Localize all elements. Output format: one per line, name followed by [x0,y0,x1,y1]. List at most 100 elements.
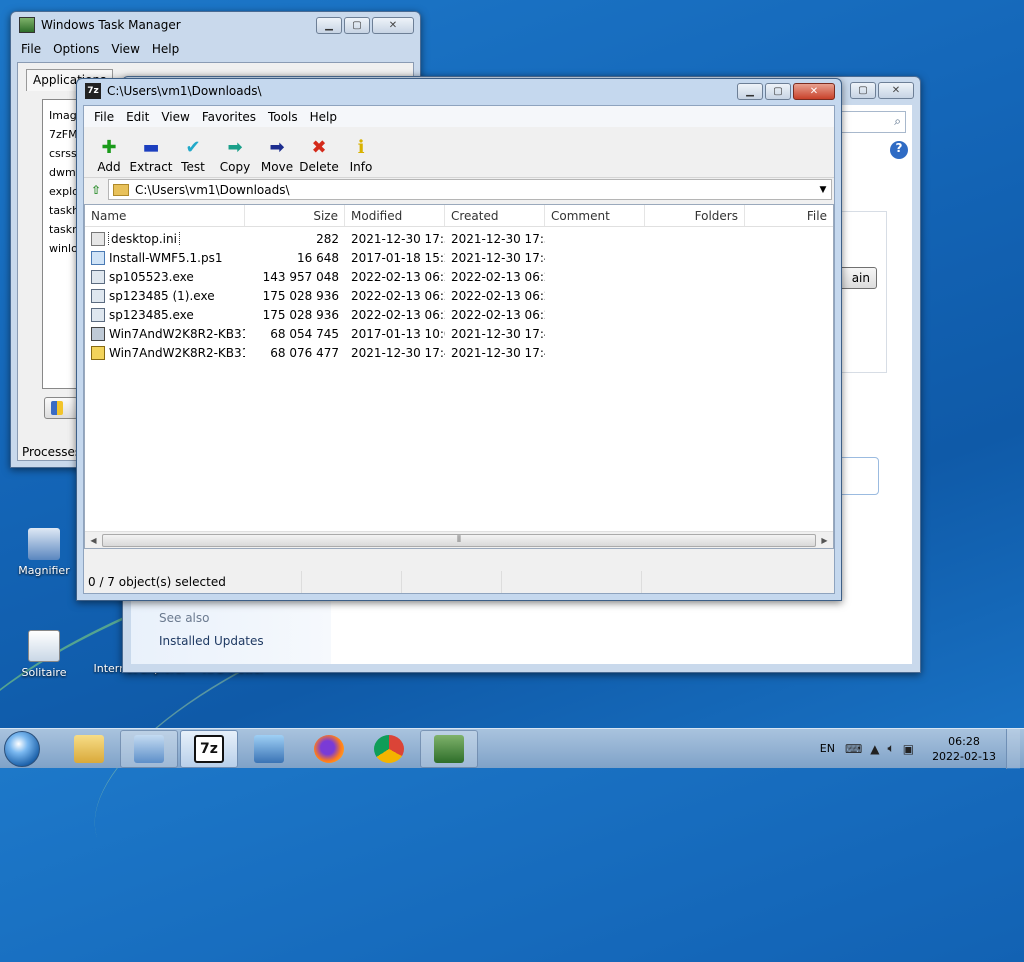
list-header: Name Size Modified Created Comment Folde… [85,205,833,227]
column-label: File [806,208,827,223]
scroll-right-icon[interactable]: ▶ [816,536,833,545]
taskbar-explorer[interactable] [60,730,118,768]
close-button[interactable]: ✕ [372,16,414,34]
help-icon[interactable]: ? [890,141,908,159]
file-row[interactable]: Win7AndW2K8R2-KB31... 68 054 745 2017-01-1… [85,324,833,343]
taskbar-control-panel[interactable] [120,729,178,768]
file-size: 175 028 936 [262,307,339,322]
delete-button[interactable]: ✖ Delete [298,127,340,177]
exe-file-icon [91,288,105,303]
column-name[interactable]: Name [85,205,245,226]
up-folder-button[interactable]: ⇧ [84,179,108,201]
horizontal-scrollbar[interactable]: ◀ ⦀ ▶ [85,531,833,548]
file-name-cell: Install-WMF5.1.ps1 [85,250,245,265]
menu-edit[interactable]: Edit [120,110,155,124]
file-modified: 2022-02-13 06:23 [351,269,445,284]
start-button[interactable] [0,729,44,769]
copy-button[interactable]: ➡ Copy [214,127,256,177]
column-label: Modified [351,208,403,223]
network-icon[interactable]: ▣ [903,742,914,756]
7zip-icon: 7z [85,83,101,99]
keyboard-icon[interactable]: ⌨ [845,742,862,756]
add-button[interactable]: ✚ Add [88,127,130,177]
chevron-down-icon[interactable]: ▼ [815,185,831,195]
menu-tools[interactable]: Tools [262,110,304,124]
close-button[interactable]: ✕ [793,82,835,100]
taskbar-chrome[interactable] [360,730,418,768]
maximize-button[interactable]: ▢ [344,16,370,34]
file-row[interactable]: Win7AndW2K8R2-KB31... 68 076 477 2021-12-3… [85,343,833,362]
msu-file-icon [91,326,105,341]
column-size[interactable]: Size [245,205,345,226]
volume-icon[interactable]: 🔈︎ [888,741,895,756]
column-comment[interactable]: Comment [545,205,645,226]
info-button[interactable]: ℹ Info [340,127,382,177]
button-label: Delete [299,160,339,174]
column-label: Folders [694,208,738,223]
taskbar-firefox[interactable] [300,730,358,768]
file-row[interactable]: sp123485 (1).exe 175 028 936 2022-02-13 06… [85,286,833,305]
file-size: 16 648 [297,250,339,265]
installed-updates-link[interactable]: Installed Updates [159,634,264,648]
file-created: 2022-02-13 06:23 [451,269,545,284]
file-created: 2021-12-30 17:40 [451,345,545,360]
menu-view[interactable]: View [105,42,145,56]
close-button[interactable]: ✕ [878,82,914,99]
show-desktop-button[interactable] [1006,728,1020,769]
file-name: sp123485.exe [109,307,194,322]
file-row[interactable]: Install-WMF5.1.ps1 16 648 2017-01-18 15:25… [85,248,833,267]
system-tray: EN ⌨ ▲ 🔈︎ ▣ 06:28 2022-02-13 [820,728,1024,769]
column-label: Created [451,208,499,223]
info-icon: ℹ [357,136,365,158]
taskbar-task-manager[interactable] [420,729,478,768]
minimize-button[interactable]: ▁ [737,82,763,100]
file-row[interactable]: desktop.ini 282 2021-12-30 17:34 2021-12-30… [85,229,833,248]
file-row[interactable]: sp105523.exe 143 957 048 2022-02-13 06:23 2… [85,267,833,286]
language-indicator[interactable]: EN [820,742,835,755]
address-field[interactable]: C:\Users\vm1\Downloads\ ▼ [108,179,832,200]
file-rows: desktop.ini 282 2021-12-30 17:34 2021-12-30… [85,227,833,362]
extract-button[interactable]: ▬ Extract [130,127,173,177]
column-files[interactable]: File [745,205,833,226]
minimize-button[interactable]: ▁ [316,16,342,34]
file-name: desktop.ini [108,231,180,246]
menu-help[interactable]: Help [146,42,185,56]
task-manager-icon [19,17,35,33]
file-created: 2021-12-30 17:40 [451,326,545,341]
taskbar-remote-desktop[interactable] [240,730,298,768]
taskbar-7zip[interactable]: 7z [180,729,238,768]
title-bar[interactable]: 7z C:\Users\vm1\Downloads\ ▁ ▢ ✕ [77,79,841,103]
file-name: Win7AndW2K8R2-KB31... [109,345,245,360]
desktop-icon-solitaire[interactable]: Solitaire [12,630,76,679]
move-button[interactable]: ➡ Move [256,127,298,177]
title-bar[interactable]: Windows Task Manager ▁ ▢ ✕ [11,12,420,38]
show-processes-button[interactable] [44,397,78,419]
file-row[interactable]: sp123485.exe 175 028 936 2022-02-13 06: 20 2… [85,305,833,324]
menu-help[interactable]: Help [304,110,343,124]
scroll-thumb[interactable]: ⦀ [102,533,816,547]
file-name-cell: Win7AndW2K8R2-KB31... [85,326,245,341]
menu-favorites[interactable]: Favorites [196,110,262,124]
menu-view[interactable]: View [155,110,195,124]
column-modified[interactable]: Modified [345,205,445,226]
delete-x-icon: ✖ [311,136,327,158]
maximize-button[interactable]: ▢ [765,82,791,100]
desktop-icon-magnifier[interactable]: Magnifier [12,528,76,577]
menu-file[interactable]: File [88,110,120,124]
test-button[interactable]: ✔ Test [172,127,214,177]
file-size: 175 028 936 [262,288,339,303]
clock[interactable]: 06:28 2022-02-13 [922,734,1006,764]
taskbar: 7z EN ⌨ ▲ 🔈︎ ▣ 06:28 2022-02-13 [0,728,1024,769]
file-list[interactable]: Name Size Modified Created Comment Folde… [84,204,834,549]
button-label: Info [349,160,373,174]
menu-file[interactable]: File [15,42,47,56]
7zip-file-manager-window[interactable]: 7z C:\Users\vm1\Downloads\ ▁ ▢ ✕ File Ed… [76,78,842,601]
window-title: Windows Task Manager [41,18,181,32]
maximize-button[interactable]: ▢ [850,82,876,99]
ini-file-icon [91,231,105,246]
show-hidden-icons-chevron-icon[interactable]: ▲ [870,742,879,756]
column-created[interactable]: Created [445,205,545,226]
column-folders[interactable]: Folders [645,205,745,226]
menu-options[interactable]: Options [47,42,105,56]
scroll-left-icon[interactable]: ◀ [85,536,102,545]
